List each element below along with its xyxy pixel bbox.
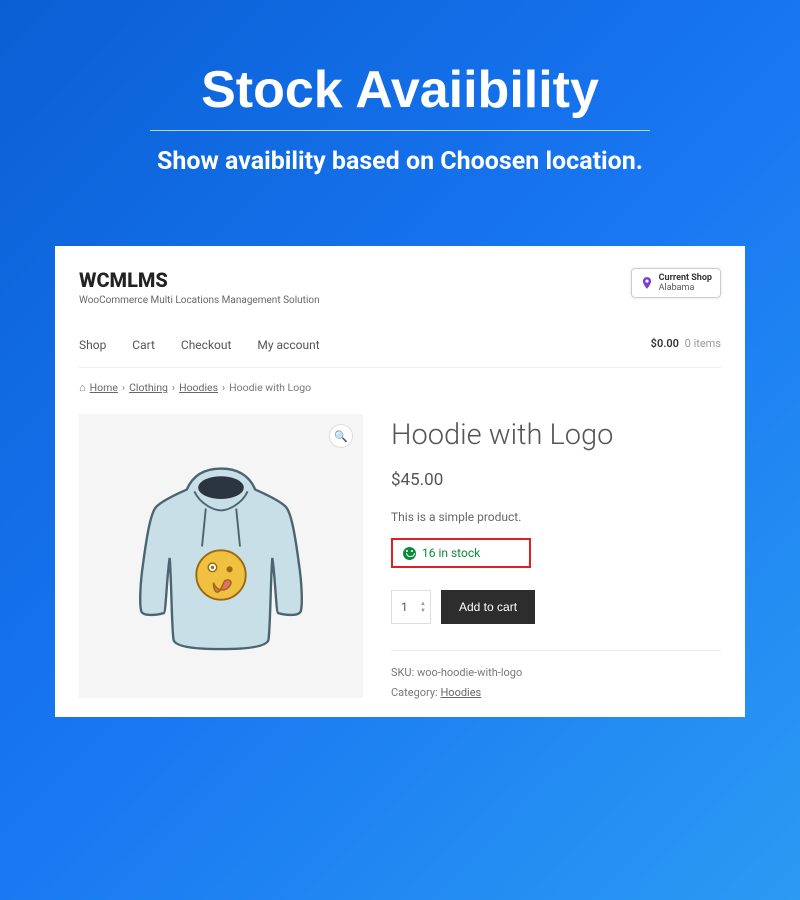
nav-link-cart[interactable]: Cart xyxy=(132,338,155,352)
hero-divider xyxy=(150,130,650,131)
category-label: Category: xyxy=(391,686,438,699)
product-price: $45.00 xyxy=(391,470,721,490)
hero-subtitle: Show avaibility based on Choosen locatio… xyxy=(0,147,800,176)
cart-item-count: 0 items xyxy=(685,337,721,350)
zoom-icon[interactable]: 🔍 xyxy=(329,424,353,448)
nav-link-account[interactable]: My account xyxy=(257,338,319,352)
product-image xyxy=(126,451,316,661)
brand: WCMLMS WooCommerce Multi Locations Manag… xyxy=(79,268,320,306)
quantity-stepper[interactable]: 1 ▲▼ xyxy=(391,590,431,624)
product-image-wrap[interactable]: 🔍 xyxy=(79,414,363,698)
main-nav: Shop Cart Checkout My account xyxy=(79,334,342,353)
brand-name: WCMLMS xyxy=(79,268,320,292)
quantity-value: 1 xyxy=(401,600,408,614)
product-page-card: WCMLMS WooCommerce Multi Locations Manag… xyxy=(55,246,745,717)
smile-icon xyxy=(403,547,416,560)
home-icon: ⌂ xyxy=(79,381,86,394)
shop-badge-label: Current Shop xyxy=(659,273,712,283)
stock-text: 16 in stock xyxy=(422,546,480,560)
product-description: This is a simple product. xyxy=(391,510,721,524)
current-shop-badge[interactable]: Current Shop Alabama xyxy=(631,268,721,298)
spinner-icon[interactable]: ▲▼ xyxy=(420,601,426,614)
crumb-hoodies[interactable]: Hoodies xyxy=(179,381,218,394)
crumb-home[interactable]: Home xyxy=(90,381,118,394)
add-to-cart-button[interactable]: Add to cart xyxy=(441,590,535,624)
crumb-clothing[interactable]: Clothing xyxy=(129,381,168,394)
location-pin-icon xyxy=(640,274,654,292)
stock-availability-highlight: 16 in stock xyxy=(391,538,531,568)
nav-link-checkout[interactable]: Checkout xyxy=(181,338,232,352)
cart-total: $0.00 xyxy=(651,337,679,350)
category-link[interactable]: Hoodies xyxy=(440,686,481,699)
product-meta: SKU: woo-hoodie-with-logo Category: Hood… xyxy=(391,650,721,703)
crumb-current: Hoodie with Logo xyxy=(229,381,311,394)
breadcrumb: ⌂ Home › Clothing › Hoodies › Hoodie wit… xyxy=(79,368,721,414)
hero-title: Stock Avaiibility xyxy=(0,60,800,120)
brand-tagline: WooCommerce Multi Locations Management S… xyxy=(79,295,320,306)
nav-link-shop[interactable]: Shop xyxy=(79,338,106,352)
sku-value: woo-hoodie-with-logo xyxy=(417,666,522,679)
product-title: Hoodie with Logo xyxy=(391,418,721,452)
cart-summary[interactable]: $0.00 0 items xyxy=(651,337,721,350)
shop-badge-location: Alabama xyxy=(659,283,712,293)
sku-label: SKU: xyxy=(391,666,414,679)
